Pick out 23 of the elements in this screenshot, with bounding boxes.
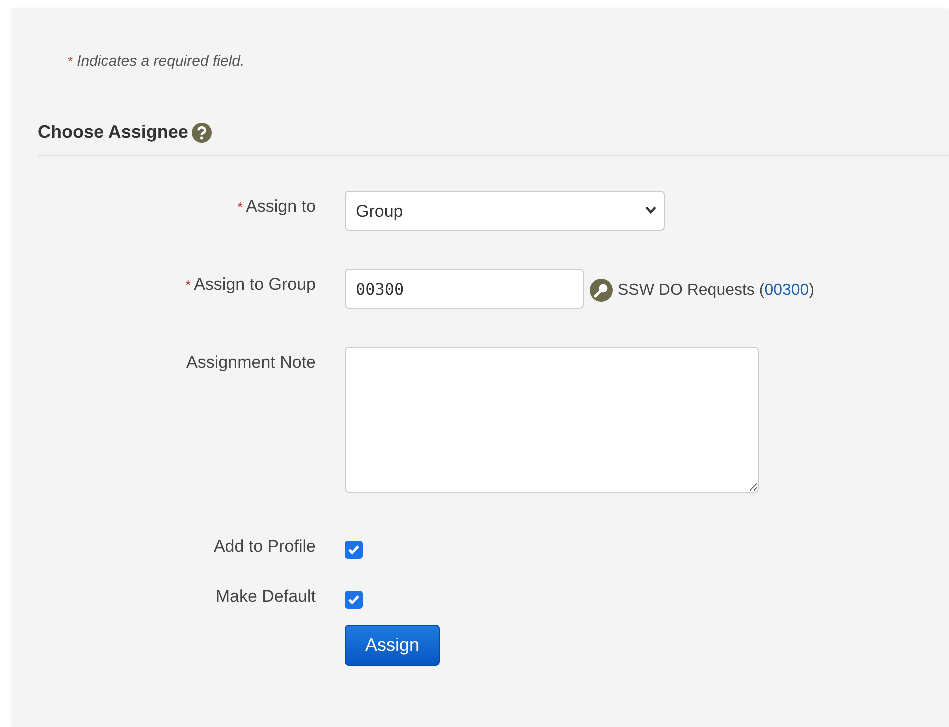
- assign-button[interactable]: Assign: [345, 625, 440, 666]
- checkbox[interactable]: [345, 591, 363, 609]
- check-icon: [348, 545, 360, 555]
- field-label: Assign to Group: [194, 275, 316, 295]
- field-label: Assignment Note: [186, 353, 316, 373]
- check-icon: [348, 595, 360, 605]
- required-mark: *: [186, 277, 192, 293]
- required-mark: *: [238, 199, 244, 215]
- checkbox[interactable]: [345, 541, 363, 559]
- field-label: Assign to: [246, 197, 316, 217]
- required-note: Indicates a required field.: [77, 53, 245, 70]
- section-title: Choose Assignee: [38, 122, 188, 143]
- group-code-link[interactable]: 00300: [764, 282, 810, 298]
- group-field[interactable]: 00300: [345, 269, 584, 309]
- help-icon[interactable]: [192, 122, 212, 142]
- field-label: Add to Profile: [214, 537, 316, 557]
- group-name: SSW DO Requests (00300): [618, 282, 815, 300]
- required-mark: *: [68, 54, 74, 69]
- chevron-down-icon: [645, 206, 657, 215]
- assign-to-dropdown[interactable]: Group: [345, 191, 665, 231]
- note-field[interactable]: [345, 347, 759, 493]
- field-label: Make Default: [216, 587, 316, 607]
- key-icon[interactable]: [590, 279, 613, 302]
